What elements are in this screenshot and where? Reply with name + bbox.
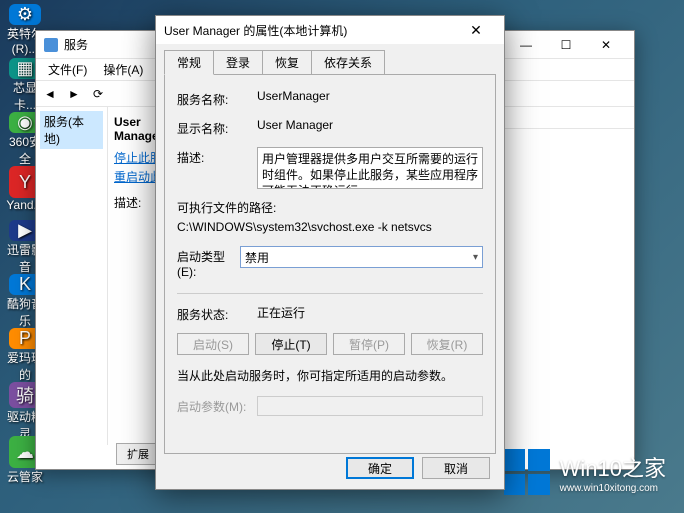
resume-button: 恢复(R): [411, 333, 483, 355]
watermark: Win10之家 www.win10xitong.com: [504, 449, 666, 495]
divider: [177, 293, 483, 294]
app-icon: ⚙: [9, 4, 41, 25]
properties-dialog: User Manager 的属性(本地计算机) ✕ 常规 登录 恢复 依存关系 …: [155, 15, 505, 490]
label-startup-type: 启动类型(E):: [177, 246, 240, 279]
tab-extended[interactable]: 扩展: [116, 443, 160, 465]
value-service-status: 正在运行: [257, 304, 483, 321]
forward-icon[interactable]: ►: [64, 84, 84, 104]
menu-item[interactable]: 文件(F): [40, 59, 95, 80]
tree-node-services-local[interactable]: 服务(本地): [40, 111, 103, 149]
close-button[interactable]: ✕: [586, 34, 626, 56]
label-display-name: 显示名称:: [177, 118, 257, 137]
refresh-icon[interactable]: ⟳: [88, 84, 108, 104]
services-icon: [44, 38, 58, 52]
maximize-button[interactable]: ☐: [546, 34, 586, 56]
properties-footer: 确定 取消: [346, 457, 490, 479]
label-exec-path: 可执行文件的路径:: [177, 199, 483, 216]
value-display-name: User Manager: [257, 118, 483, 132]
properties-tabs: 常规 登录 恢复 依存关系: [156, 44, 504, 75]
param-note: 当从此处启动服务时，你可指定所适用的启动参数。: [177, 367, 483, 384]
startup-type-value: 禁用: [245, 249, 269, 266]
value-exec-path: C:\WINDOWS\system32\svchost.exe -k netsv…: [177, 220, 483, 234]
watermark-title: Win10之家: [560, 451, 666, 483]
watermark-url: www.win10xitong.com: [560, 483, 666, 494]
stop-button[interactable]: 停止(T): [255, 333, 327, 355]
cancel-button[interactable]: 取消: [422, 457, 490, 479]
tab-general[interactable]: 常规: [164, 50, 214, 75]
tab-dependencies[interactable]: 依存关系: [311, 50, 385, 75]
minimize-button[interactable]: —: [506, 34, 546, 56]
services-tree: 服务(本地): [36, 107, 108, 445]
windows-logo-icon: [504, 449, 550, 495]
value-service-name: UserManager: [257, 89, 483, 103]
startup-type-select[interactable]: 禁用 ▾: [240, 246, 483, 268]
shortcut-label: 云管家: [7, 468, 43, 485]
properties-titlebar[interactable]: User Manager 的属性(本地计算机) ✕: [156, 16, 504, 44]
properties-title: User Manager 的属性(本地计算机): [164, 22, 456, 39]
label-start-params: 启动参数(M):: [177, 396, 257, 415]
ok-button[interactable]: 确定: [346, 457, 414, 479]
chevron-down-icon: ▾: [473, 252, 478, 263]
label-description: 描述:: [177, 147, 257, 166]
label-service-name: 服务名称:: [177, 89, 257, 108]
value-description[interactable]: 用户管理器提供多用户交互所需要的运行时组件。如果停止此服务，某些应用程序可能无法…: [257, 147, 483, 189]
start-params-input: [257, 396, 483, 416]
desktop-wallpaper: ⚙英特尔(R)...▦芯显卡...◉360安全YYand...▶迅雷影音K酷狗音…: [0, 0, 684, 513]
menu-item[interactable]: 操作(A): [95, 59, 151, 80]
close-icon[interactable]: ✕: [456, 19, 496, 41]
pause-button: 暂停(P): [333, 333, 405, 355]
tab-logon[interactable]: 登录: [213, 50, 263, 75]
start-button: 启动(S): [177, 333, 249, 355]
tab-recovery[interactable]: 恢复: [262, 50, 312, 75]
properties-general-panel: 服务名称: UserManager 显示名称: User Manager 描述:…: [164, 74, 496, 454]
label-service-status: 服务状态:: [177, 304, 257, 323]
back-icon[interactable]: ◄: [40, 84, 60, 104]
